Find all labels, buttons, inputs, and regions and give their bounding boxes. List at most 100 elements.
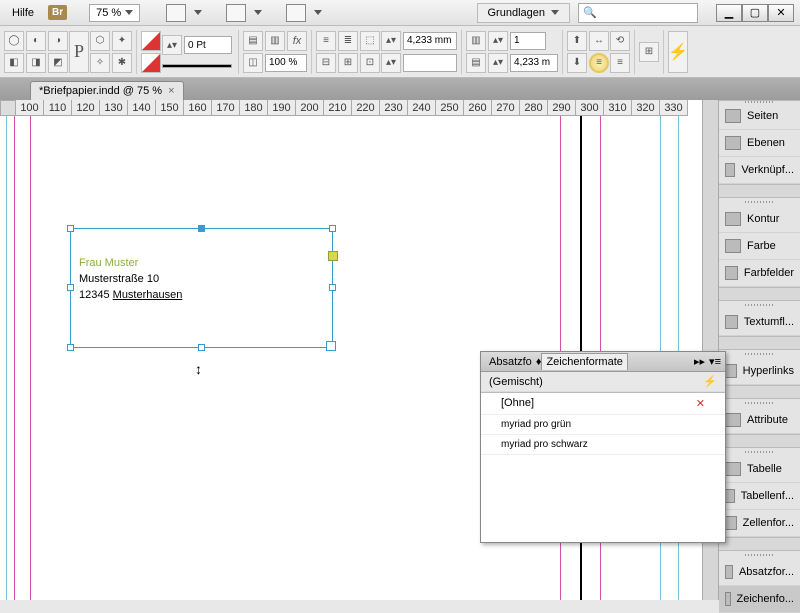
rotate-icon[interactable]: ⟲	[610, 31, 630, 51]
clear-override-icon[interactable]: ✕	[696, 397, 705, 410]
text-frame[interactable]: Frau Muster Musterstraße 10 12345 Muster…	[70, 228, 333, 348]
resize-handle[interactable]	[329, 284, 336, 291]
panel-item[interactable]: Absatzfor...	[719, 559, 800, 586]
panel-item[interactable]: Kontur	[719, 206, 800, 233]
resize-handle[interactable]	[198, 225, 205, 232]
tool-icon[interactable]: ◐	[26, 31, 46, 51]
tool-icon[interactable]: ◩	[48, 53, 68, 73]
cell-width-input[interactable]: 4,233 m	[510, 54, 558, 72]
panel-item[interactable]: Tabelle	[719, 456, 800, 483]
cell-height-input2[interactable]	[403, 54, 457, 72]
search-input[interactable]: 🔍	[578, 3, 698, 23]
resize-handle[interactable]	[67, 344, 74, 351]
panel-item[interactable]: Seiten	[719, 103, 800, 130]
arrange-icon[interactable]	[286, 4, 306, 22]
screen-mode-icon[interactable]	[226, 4, 246, 22]
align-icon[interactable]: ≡	[316, 31, 336, 51]
stepper-icon[interactable]: ▴▾	[381, 53, 401, 73]
resize-handle[interactable]	[326, 341, 336, 351]
resize-handle[interactable]	[67, 225, 74, 232]
fill-swatch[interactable]	[141, 31, 161, 51]
group-grip[interactable]	[719, 448, 800, 456]
tool-icon[interactable]: ▥	[265, 31, 285, 51]
ruler-origin[interactable]	[0, 100, 16, 116]
align-icon[interactable]: ⊟	[316, 53, 336, 73]
style-list-item[interactable]: myriad pro schwarz	[481, 435, 725, 455]
stroke-weight-input[interactable]: 0 Pt	[184, 36, 232, 54]
resize-handle[interactable]	[329, 225, 336, 232]
tool-icon[interactable]: ◑	[48, 31, 68, 51]
view-mode-icon-1[interactable]	[166, 4, 186, 22]
options-icon[interactable]: ⊞	[639, 42, 659, 62]
valign-top-icon[interactable]: ⬆	[567, 31, 587, 51]
stepper-icon[interactable]: ▴▾	[488, 53, 508, 73]
rotate-icon[interactable]: ≡	[610, 53, 630, 73]
panel-item[interactable]: Zellenfor...	[719, 510, 800, 537]
panel-item[interactable]: Hyperlinks	[719, 358, 800, 385]
panel-tab[interactable]: Absatzfo	[485, 354, 536, 370]
stroke-swatch[interactable]	[141, 53, 161, 73]
document-tab[interactable]: *Briefpapier.indd @ 75 % ×	[30, 81, 184, 100]
zoom-dropdown[interactable]: 75 %	[89, 4, 140, 22]
tool-icon[interactable]: ✱	[112, 53, 132, 73]
flash-icon[interactable]: ⚡	[703, 375, 717, 388]
panel-item[interactable]: Farbfelder	[719, 260, 800, 287]
columns-input[interactable]: 1	[510, 32, 546, 50]
quick-apply-icon[interactable]: ⚡	[668, 31, 688, 73]
outport-icon[interactable]	[328, 251, 338, 261]
panel-item[interactable]: Verknüpf...	[719, 157, 800, 184]
style-list-item[interactable]: myriad pro grün	[481, 415, 725, 435]
scale-input[interactable]: 100 %	[265, 54, 307, 72]
fx-icon[interactable]: fx	[287, 31, 307, 51]
group-grip[interactable]	[719, 350, 800, 358]
tool-icon[interactable]: ◧	[4, 53, 24, 73]
cols-icon[interactable]: ▥	[466, 31, 486, 51]
panel-item[interactable]: Tabellenf...	[719, 483, 800, 510]
align-icon[interactable]: ≣	[338, 31, 358, 51]
panel-menu-icon[interactable]: ▾≡	[709, 355, 721, 368]
bridge-badge[interactable]: Br	[48, 5, 67, 20]
tool-icon[interactable]: ◨	[26, 53, 46, 73]
text-content[interactable]: Frau Muster Musterstraße 10 12345 Muster…	[71, 229, 332, 311]
stepper-icon[interactable]: ▴▾	[162, 35, 182, 55]
tool-icon[interactable]: ◫	[243, 53, 263, 73]
tool-icon[interactable]: ▤	[243, 31, 263, 51]
panel-header[interactable]: Absatzfo ♦ Zeichenformate ▸▸ ▾≡	[481, 352, 725, 372]
panel-item[interactable]: Attribute	[719, 407, 800, 434]
character-styles-panel[interactable]: Absatzfo ♦ Zeichenformate ▸▸ ▾≡ (Gemisch…	[480, 351, 726, 543]
align-icon[interactable]: ⊞	[338, 53, 358, 73]
minimize-button[interactable]: ▁	[716, 4, 742, 22]
guide[interactable]	[6, 116, 7, 600]
panel-item[interactable]: Ebenen	[719, 130, 800, 157]
group-grip[interactable]	[719, 399, 800, 407]
group-grip[interactable]	[719, 551, 800, 559]
resize-handle[interactable]	[198, 344, 205, 351]
tool-icon[interactable]: ✧	[90, 53, 110, 73]
paragraph-icon[interactable]: P	[69, 31, 89, 73]
guide[interactable]	[30, 116, 31, 600]
workspace-dropdown[interactable]: Grundlagen	[477, 3, 571, 23]
resize-handle[interactable]	[67, 284, 74, 291]
stepper-icon[interactable]: ▴▾	[488, 31, 508, 51]
stroke-style[interactable]	[162, 64, 232, 68]
tool-icon[interactable]: ◯	[4, 31, 24, 51]
menu-help[interactable]: Hilfe	[6, 4, 40, 22]
valign-bottom-icon[interactable]: ⬇	[567, 53, 587, 73]
guide[interactable]	[14, 116, 15, 600]
tool-icon[interactable]: ⬡	[90, 31, 110, 51]
stepper-icon[interactable]: ▴▾	[381, 31, 401, 51]
close-tab-icon[interactable]: ×	[168, 85, 174, 97]
collapse-icon[interactable]: ▸▸	[694, 355, 705, 368]
panel-item[interactable]: Farbe	[719, 233, 800, 260]
panel-item[interactable]: Textumfl...	[719, 309, 800, 336]
wrap-icon[interactable]: ⬚	[360, 31, 380, 51]
close-button[interactable]: ✕	[768, 4, 794, 22]
maximize-button[interactable]: ▢	[742, 4, 768, 22]
align-icon[interactable]: ⊡	[360, 53, 380, 73]
rows-icon[interactable]: ▤	[466, 53, 486, 73]
tool-icon[interactable]: ✦	[112, 31, 132, 51]
panel-tab-active[interactable]: Zeichenformate	[541, 353, 627, 370]
valign-mid-icon[interactable]: ↔	[589, 31, 609, 51]
valign-justify-icon[interactable]: ≡	[589, 53, 609, 73]
cell-height-input[interactable]: 4,233 mm	[403, 32, 457, 50]
